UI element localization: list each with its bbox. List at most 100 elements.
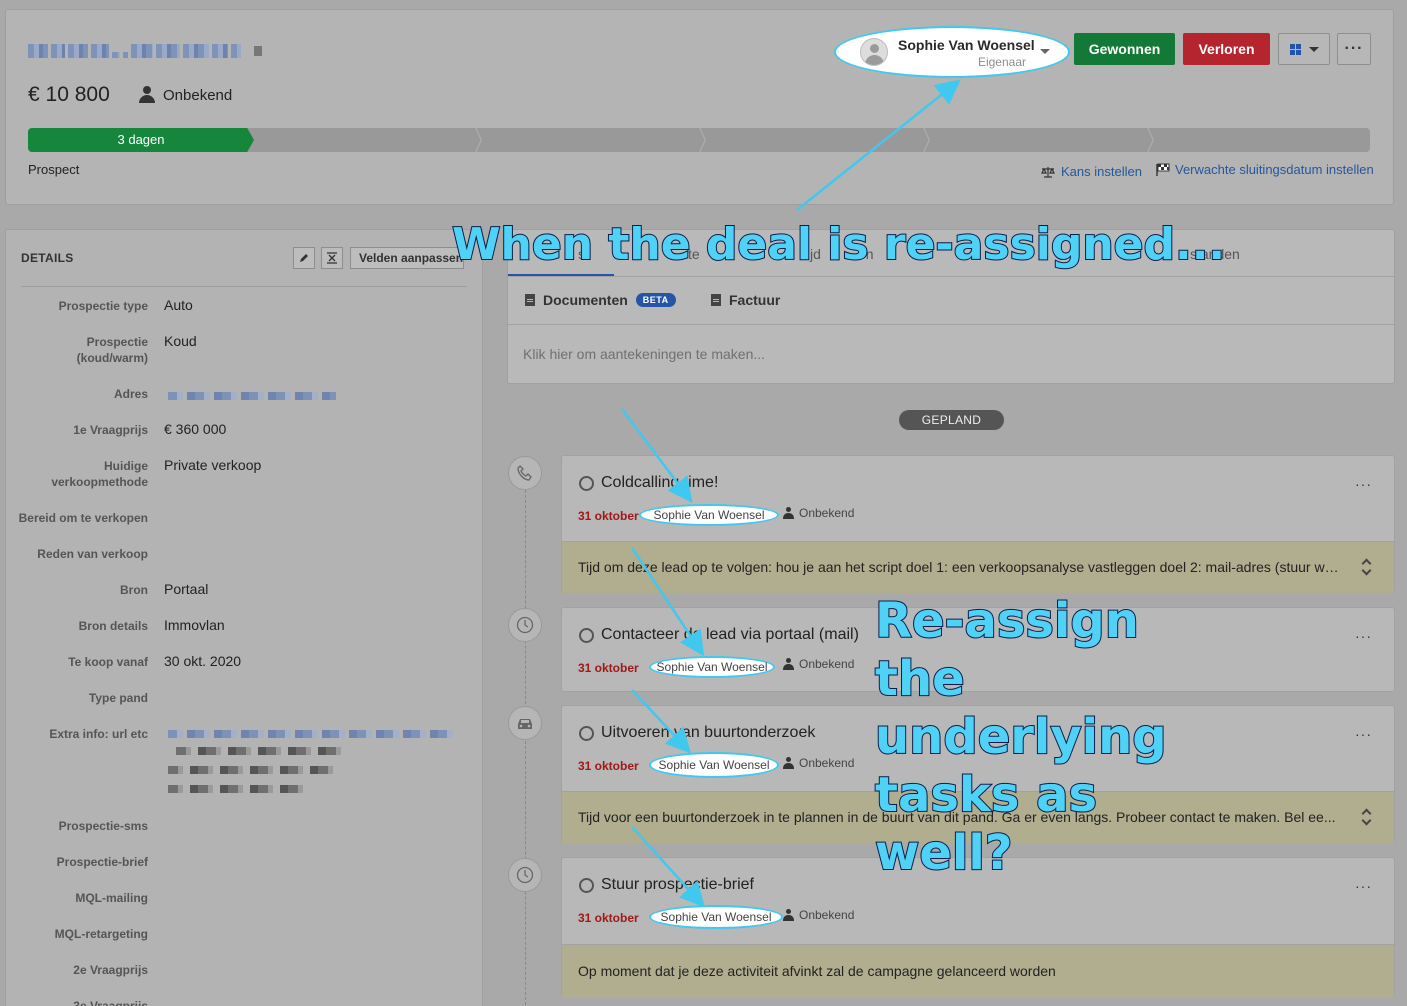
field-label: Adres bbox=[113, 387, 148, 401]
task-title[interactable]: Uitvoeren van buurtonderzoek bbox=[601, 724, 815, 742]
task-more-button[interactable]: ··· bbox=[1355, 726, 1372, 742]
field-label: Prospectie (koud/warm) bbox=[76, 335, 148, 365]
scale-icon bbox=[1041, 166, 1055, 178]
notes-input[interactable]: Klik hier om aantekeningen te maken... bbox=[523, 346, 765, 362]
task-note[interactable]: Op moment dat je deze activiteit afvinkt… bbox=[562, 944, 1394, 998]
expand-icon[interactable] bbox=[1362, 558, 1372, 576]
task-date: 31 oktober bbox=[578, 911, 639, 925]
redacted-url bbox=[168, 785, 306, 793]
task-title[interactable]: Coldcalling time! bbox=[601, 474, 718, 492]
owner-role: Eigenaar bbox=[977, 55, 1026, 69]
customize-fields-button[interactable]: Velden aanpassen bbox=[350, 247, 464, 269]
field-value[interactable]: 30 okt. 2020 bbox=[164, 653, 241, 669]
field-value[interactable]: Private verkoop bbox=[164, 457, 261, 473]
task-checkbox[interactable] bbox=[579, 628, 594, 643]
clock-icon bbox=[516, 866, 534, 884]
field-value[interactable]: € 360 000 bbox=[164, 421, 226, 437]
redacted-url[interactable] bbox=[168, 730, 454, 738]
collapse-button[interactable] bbox=[321, 247, 343, 269]
set-closing-date-label: Verwachte sluitingsdatum instellen bbox=[1175, 162, 1374, 177]
task-more-button[interactable]: ··· bbox=[1355, 878, 1372, 894]
field-label: 2e Vraagprijs bbox=[73, 963, 148, 977]
owner-name: Sophie Van Woensel bbox=[898, 37, 1035, 53]
task-checkbox[interactable] bbox=[579, 878, 594, 893]
timeline-line bbox=[525, 490, 526, 1006]
clock-icon bbox=[516, 616, 534, 634]
stage-separator bbox=[1150, 128, 1156, 152]
task-note-text: Op moment dat je deze activiteit afvinkt… bbox=[578, 963, 1056, 979]
task-contact-label: Onbekend bbox=[799, 506, 855, 520]
task-checkbox[interactable] bbox=[579, 726, 594, 741]
details-panel: DETAILS Velden aanpassen Prospectie type… bbox=[5, 229, 483, 1006]
more-actions-button[interactable]: ··· bbox=[1337, 33, 1371, 65]
deal-contact[interactable]: Onbekend bbox=[139, 86, 232, 104]
deal-title-redacted bbox=[28, 44, 262, 58]
details-title: DETAILS bbox=[21, 251, 74, 265]
stage-separator bbox=[478, 128, 484, 152]
task-assignee[interactable]: Sophie Van Woensel bbox=[649, 656, 775, 678]
task-contact[interactable]: Onbekend bbox=[783, 506, 854, 520]
car-icon bbox=[518, 719, 532, 729]
task-title[interactable]: Stuur prospectie-brief bbox=[601, 876, 754, 894]
person-icon bbox=[139, 86, 155, 104]
scheduled-badge: GEPLAND bbox=[899, 410, 1004, 430]
task-title[interactable]: Contacteer de lead via portaal (mail) bbox=[601, 626, 859, 644]
invoice-icon bbox=[711, 294, 721, 306]
current-stage-bar[interactable]: 3 dagen bbox=[28, 128, 254, 152]
task-contact[interactable]: Onbekend bbox=[783, 756, 854, 770]
field-value[interactable]: Koud bbox=[164, 333, 197, 349]
task-contact-label: Onbekend bbox=[799, 657, 855, 671]
edit-button[interactable] bbox=[293, 247, 315, 269]
field-value[interactable]: Portaal bbox=[164, 581, 208, 597]
divider bbox=[21, 286, 467, 287]
won-button[interactable]: Gewonnen bbox=[1074, 33, 1175, 65]
person-icon bbox=[783, 658, 794, 670]
invoice-label: Factuur bbox=[729, 292, 781, 308]
task-card[interactable]: Coldcalling time! ··· 31 oktober Sophie … bbox=[561, 455, 1395, 593]
field-value[interactable]: Auto bbox=[164, 297, 193, 313]
task-more-button[interactable]: ··· bbox=[1355, 476, 1372, 492]
task-checkbox[interactable] bbox=[579, 476, 594, 491]
field-label: 3e Vraagprijs bbox=[73, 999, 148, 1006]
stage-label: Prospect bbox=[28, 162, 80, 177]
annotation-callout-top: When the deal is re-assigned... bbox=[451, 218, 1226, 271]
field-label: Reden van verkoop bbox=[37, 547, 148, 561]
chevron-down-icon bbox=[1040, 49, 1050, 54]
tab-documents[interactable]: Documenten BETA bbox=[525, 292, 676, 308]
field-label: Te koop vanaf bbox=[68, 655, 148, 669]
set-closing-date-link[interactable]: Verwachte sluitingsdatum instellen bbox=[1156, 162, 1374, 177]
field-label: MQL-retargeting bbox=[54, 927, 148, 941]
field-label: Extra info: url etc bbox=[49, 727, 148, 741]
redacted-url bbox=[168, 766, 334, 774]
owner-selector[interactable]: Sophie Van Woensel Eigenaar bbox=[834, 26, 1070, 78]
field-label: Type pand bbox=[88, 691, 148, 705]
view-menu-button[interactable] bbox=[1278, 33, 1330, 65]
person-icon bbox=[783, 757, 794, 769]
pipeline-progress[interactable]: 3 dagen bbox=[28, 128, 1370, 152]
field-label: Bron details bbox=[78, 619, 148, 633]
task-assignee[interactable]: Sophie Van Woensel bbox=[639, 504, 779, 526]
field-label: MQL-mailing bbox=[75, 891, 148, 905]
task-date: 31 oktober bbox=[578, 509, 639, 523]
field-value[interactable]: Immovlan bbox=[164, 617, 225, 633]
active-tab-indicator bbox=[508, 274, 614, 276]
task-contact[interactable]: Onbekend bbox=[783, 657, 854, 671]
task-more-button[interactable]: ··· bbox=[1355, 628, 1372, 644]
documents-label: Documenten bbox=[543, 292, 628, 308]
field-label: Bereid om te verkopen bbox=[18, 511, 148, 525]
lost-button[interactable]: Verloren bbox=[1183, 33, 1270, 65]
expand-icon[interactable] bbox=[1362, 808, 1372, 826]
redacted-url bbox=[176, 747, 342, 755]
task-contact[interactable]: Onbekend bbox=[783, 908, 854, 922]
timeline-marker bbox=[508, 706, 542, 740]
redacted-address[interactable] bbox=[168, 392, 336, 400]
task-assignee[interactable]: Sophie Van Woensel bbox=[649, 752, 779, 778]
set-chance-link[interactable]: Kans instellen bbox=[1041, 164, 1142, 179]
field-label: Huidige verkoopmethode bbox=[51, 459, 148, 489]
task-assignee[interactable]: Sophie Van Woensel bbox=[649, 905, 783, 929]
task-note[interactable]: Tijd om deze lead op te volgen: hou je a… bbox=[562, 541, 1394, 593]
avatar bbox=[860, 38, 888, 66]
flag-icon bbox=[1156, 163, 1170, 176]
grid-icon bbox=[1289, 43, 1301, 55]
tab-invoice[interactable]: Factuur bbox=[711, 292, 780, 308]
